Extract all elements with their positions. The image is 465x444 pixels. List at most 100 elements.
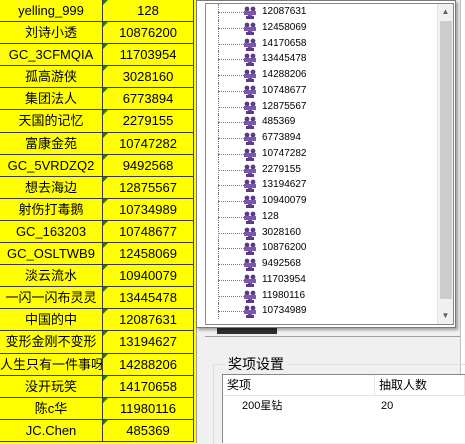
sheet-row: 刘诗小透 10876200: [0, 22, 196, 45]
tree-item[interactable]: 12087631: [206, 4, 436, 20]
table-body: 200星钻 20: [223, 396, 465, 416]
number-cell[interactable]: 6773894: [103, 88, 194, 111]
sheet-row: 人生只有一件事呀 14288206: [0, 353, 196, 376]
name-cell[interactable]: 淡云流水: [0, 265, 103, 288]
hidden-control-edge: [217, 328, 277, 334]
tree-item-label: 10747282: [262, 147, 307, 159]
tree-item[interactable]: 2279155: [206, 161, 436, 178]
tree-connector: [218, 295, 244, 297]
number-cell[interactable]: 11980116: [103, 397, 194, 420]
number-cell[interactable]: 10940079: [103, 265, 194, 288]
tree-item[interactable]: 11980116: [206, 287, 436, 304]
prize-table[interactable]: 奖项 抽取人数 200星钻 20: [222, 374, 465, 443]
tree-item[interactable]: 6773894: [206, 130, 436, 146]
name-cell[interactable]: 没开玩笑: [0, 375, 103, 398]
tree-item[interactable]: 12458069: [206, 19, 436, 36]
tree-item[interactable]: 11703954: [206, 271, 436, 288]
number-cell[interactable]: 10734989: [103, 198, 194, 221]
name-cell[interactable]: GC_3CFMQIA: [0, 44, 103, 67]
number-cell[interactable]: 485369: [103, 419, 194, 442]
column-header-award[interactable]: 奖项: [223, 375, 375, 395]
user-group-icon: [243, 147, 257, 161]
name-cell[interactable]: 孤高游侠: [0, 66, 103, 89]
tree-connector: [218, 138, 244, 139]
sheet-row: 没开玩笑 14170658: [0, 375, 196, 398]
tree-item[interactable]: 14170658: [206, 35, 436, 52]
user-group-icon: [243, 304, 257, 319]
number-cell[interactable]: 10748677: [103, 220, 194, 244]
number-cell[interactable]: 14288206: [103, 353, 194, 376]
tree-item[interactable]: 10747282: [206, 145, 436, 162]
tree-item[interactable]: 128: [206, 208, 436, 225]
tree-item[interactable]: 13445478: [206, 51, 436, 67]
name-cell[interactable]: 集团法人: [0, 88, 103, 111]
number-cell[interactable]: 14170658: [103, 375, 194, 398]
name-cell[interactable]: 人生只有一件事呀: [0, 353, 103, 376]
number-cell[interactable]: 12458069: [103, 243, 194, 266]
name-cell[interactable]: GC_163203: [0, 220, 103, 244]
tree-item-label: 12875567: [262, 100, 307, 112]
vertical-scrollbar[interactable]: ▲ ▼: [437, 4, 453, 324]
name-cell[interactable]: 一闪一闪布灵灵: [0, 287, 103, 310]
scroll-down-arrow-icon[interactable]: ▼: [438, 308, 453, 324]
number-cell[interactable]: 12087631: [103, 309, 194, 332]
name-cell[interactable]: 刘诗小透: [0, 22, 103, 45]
user-group-icon: [243, 131, 257, 145]
tree-item[interactable]: 10940079: [206, 193, 436, 209]
sheet-row: 淡云流水 10940079: [0, 265, 196, 288]
number-cell[interactable]: 11703954: [103, 44, 194, 67]
tree-connector: [218, 169, 244, 171]
tree-item[interactable]: 10734989: [206, 303, 436, 319]
tree-item[interactable]: 13194627: [206, 177, 436, 193]
name-cell[interactable]: yelling_999: [0, 0, 103, 23]
number-cell[interactable]: 3028160: [103, 66, 194, 89]
sheet-row: 孤高游侠 3028160: [0, 66, 196, 89]
name-cell[interactable]: GC_OSLTWB9: [0, 243, 103, 266]
sheet-row: GC_OSLTWB9 12458069: [0, 243, 196, 266]
tree-item[interactable]: 9492568: [206, 256, 436, 272]
tree-connector: [218, 106, 244, 108]
name-cell[interactable]: 变形金刚不变形: [0, 331, 103, 354]
number-cell[interactable]: 2279155: [103, 110, 194, 133]
sheet-row: JC.Chen 485369: [0, 419, 196, 442]
name-cell[interactable]: 陈c华: [0, 397, 103, 420]
tree-item-label: 12087631: [262, 6, 307, 17]
tree-item-label: 13445478: [262, 53, 307, 65]
number-cell[interactable]: 10747282: [103, 132, 194, 155]
sheet-row: 一闪一闪布灵灵 13445478: [0, 287, 196, 310]
tree-item[interactable]: 10876200: [206, 240, 436, 256]
tree-item[interactable]: 3028160: [206, 224, 436, 241]
name-cell[interactable]: 想去海边: [0, 176, 103, 199]
scroll-up-arrow-icon[interactable]: ▲: [438, 4, 453, 20]
sheet-row: 想去海边 12875567: [0, 176, 196, 199]
number-cell[interactable]: 9492568: [103, 154, 194, 177]
id-tree-view[interactable]: 12087631 12458069 14170658 13445478 14288206…: [205, 3, 454, 325]
name-cell[interactable]: 天国的记忆: [0, 110, 103, 133]
number-cell[interactable]: 13194627: [103, 331, 194, 354]
tree-list: 12087631 12458069 14170658 13445478 14288206…: [206, 4, 436, 319]
number-cell[interactable]: 10876200: [103, 22, 194, 45]
table-row[interactable]: 200星钻 20: [223, 396, 465, 416]
name-cell[interactable]: 射伤打毒鹅: [0, 198, 103, 221]
tree-connector: [218, 75, 244, 76]
name-cell[interactable]: 富康金苑: [0, 132, 103, 155]
tree-item[interactable]: 14288206: [206, 67, 436, 83]
number-cell[interactable]: 13445478: [103, 287, 194, 310]
name-cell[interactable]: 中国的中: [0, 309, 103, 332]
tree-connector: [218, 12, 244, 13]
sheet-row: 射伤打毒鹅 10734989: [0, 198, 196, 221]
tree-item[interactable]: 485369: [206, 114, 436, 130]
tree-item[interactable]: 12875567: [206, 98, 436, 115]
name-cell[interactable]: JC.Chen: [0, 419, 103, 442]
name-cell[interactable]: GC_5VRDZQ2: [0, 154, 103, 177]
tree-item-label: 11703954: [262, 273, 306, 285]
tree-item-label: 2279155: [262, 163, 301, 175]
column-header-count[interactable]: 抽取人数: [375, 375, 465, 395]
tree-item-label: 13194627: [262, 179, 307, 191]
sheet-row: 中国的中 12087631: [0, 309, 196, 332]
tree-item-label: 10940079: [262, 195, 307, 206]
number-cell[interactable]: 12875567: [103, 176, 194, 199]
tree-item[interactable]: 10748677: [206, 82, 436, 99]
number-cell[interactable]: 128: [103, 0, 194, 23]
scrollbar-thumb[interactable]: [440, 21, 452, 299]
